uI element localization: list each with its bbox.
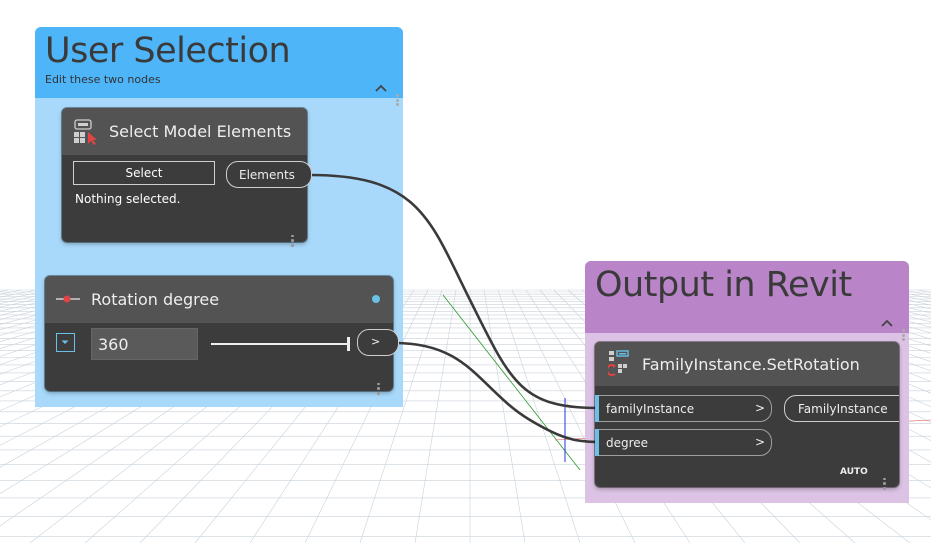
input-port-marker <box>595 395 599 422</box>
output-port-value[interactable]: > <box>357 329 399 356</box>
node-header[interactable]: Select Model Elements <box>62 108 307 155</box>
node-rotation-degree[interactable]: Rotation degree 360 > <box>45 276 399 395</box>
port-arrow: > <box>754 401 765 415</box>
node-menu-icon[interactable] <box>377 370 380 395</box>
node-familyinstance-setrotation[interactable]: FamilyInstance.SetRotation familyInstanc… <box>595 342 899 490</box>
node-status-dot <box>372 295 380 303</box>
node-menu-icon[interactable] <box>291 222 294 247</box>
slider-icon <box>56 295 80 303</box>
node-menu-icon[interactable] <box>883 465 886 490</box>
selection-status: Nothing selected. <box>75 192 181 206</box>
collapse-icon[interactable] <box>881 319 893 327</box>
value-input[interactable]: 360 <box>91 328 198 360</box>
node-header[interactable]: Rotation degree <box>45 276 393 323</box>
port-label: FamilyInstance <box>798 402 888 416</box>
select-button[interactable]: Select <box>73 161 215 185</box>
lacing-label[interactable]: AUTO <box>840 467 868 477</box>
port-label: Elements <box>239 168 295 182</box>
port-label: degree <box>606 436 649 450</box>
value-text: 360 <box>98 335 129 354</box>
family-instance-icon <box>608 350 629 376</box>
expand-button[interactable] <box>56 333 75 352</box>
output-port-elements[interactable]: Elements <box>226 161 312 188</box>
node-title: Select Model Elements <box>109 122 292 141</box>
slider-thumb[interactable] <box>347 337 350 351</box>
node-select-model-elements[interactable]: Select Model Elements Select Nothing sel… <box>62 108 312 247</box>
input-port-familyinstance[interactable]: familyInstance > <box>595 395 772 422</box>
node-title: Rotation degree <box>91 290 220 309</box>
port-arrow: > <box>754 435 765 449</box>
input-port-marker <box>595 429 599 456</box>
node-title: FamilyInstance.SetRotation <box>642 355 860 374</box>
y-axis-line <box>442 294 581 471</box>
collapse-icon[interactable] <box>375 84 387 92</box>
group-header[interactable]: User Selection Edit these two nodes <box>35 27 403 106</box>
group-menu-icon[interactable] <box>902 317 906 341</box>
group-title[interactable]: User Selection <box>45 29 291 73</box>
input-port-degree[interactable]: degree > <box>595 429 772 456</box>
output-port-familyinstance[interactable]: FamilyInstance <box>784 395 899 422</box>
group-title[interactable]: Output in Revit <box>595 263 852 307</box>
node-header[interactable]: FamilyInstance.SetRotation <box>595 342 899 386</box>
group-menu-icon[interactable] <box>396 82 400 106</box>
group-header[interactable]: Output in Revit <box>585 261 909 341</box>
workspace-canvas[interactable]: User Selection Edit these two nodes Outp… <box>0 0 931 543</box>
port-label: familyInstance <box>606 402 695 416</box>
port-arrow: > <box>371 335 381 348</box>
slider-track[interactable] <box>211 343 349 345</box>
select-model-elements-icon <box>74 119 97 145</box>
chevron-down-icon <box>61 340 69 344</box>
group-description[interactable]: Edit these two nodes <box>45 73 161 86</box>
